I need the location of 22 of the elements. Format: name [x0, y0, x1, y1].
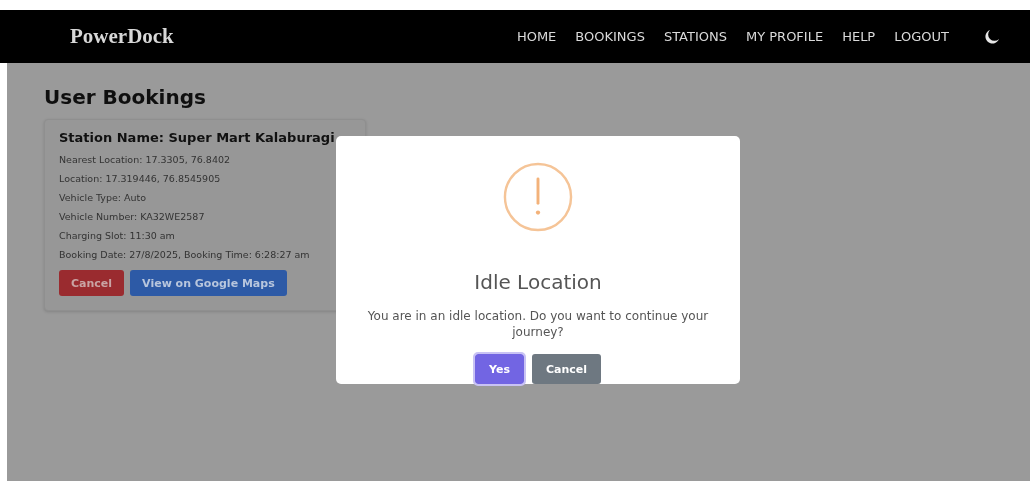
nav-link[interactable]: BOOKINGS [575, 29, 645, 44]
dialog-title: Idle Location [474, 270, 602, 294]
nav-link[interactable]: MY PROFILE [745, 29, 824, 44]
moon-icon[interactable] [984, 28, 1000, 45]
dialog-message: You are in an idle location. Do you want to continue your journey? [366, 308, 710, 340]
nav-link[interactable]: STATIONS [663, 29, 727, 44]
booking-detail: Charging Slot: 11:30 am [59, 229, 176, 243]
booking-detail: Location: 17.319446, 76.8545905 [59, 172, 222, 186]
maps-button[interactable]: View on Google Maps [130, 270, 287, 296]
brand-logo[interactable]: PowerDock [70, 24, 174, 49]
cancel-button[interactable]: Cancel [531, 354, 601, 384]
booking-detail: Vehicle Number: KA32WE2587 [59, 210, 206, 224]
booking-detail: Nearest Location: 17.3305, 76.8402 [59, 153, 232, 167]
nav-link[interactable]: HOME [516, 29, 557, 44]
nav-link[interactable]: LOGOUT [894, 29, 949, 44]
warning-icon [502, 162, 574, 232]
nav-link[interactable]: HELP [842, 29, 876, 44]
booking-detail: Booking Date: 27/8/2025, Booking Time: 6:28:27 am [59, 248, 311, 262]
page-title: User Bookings [44, 85, 207, 109]
booking-detail: Vehicle Type: Auto [59, 191, 148, 205]
yes-button[interactable]: Yes [474, 354, 524, 384]
station-name: Station Name: Super Mart Kalaburagi [59, 130, 336, 145]
